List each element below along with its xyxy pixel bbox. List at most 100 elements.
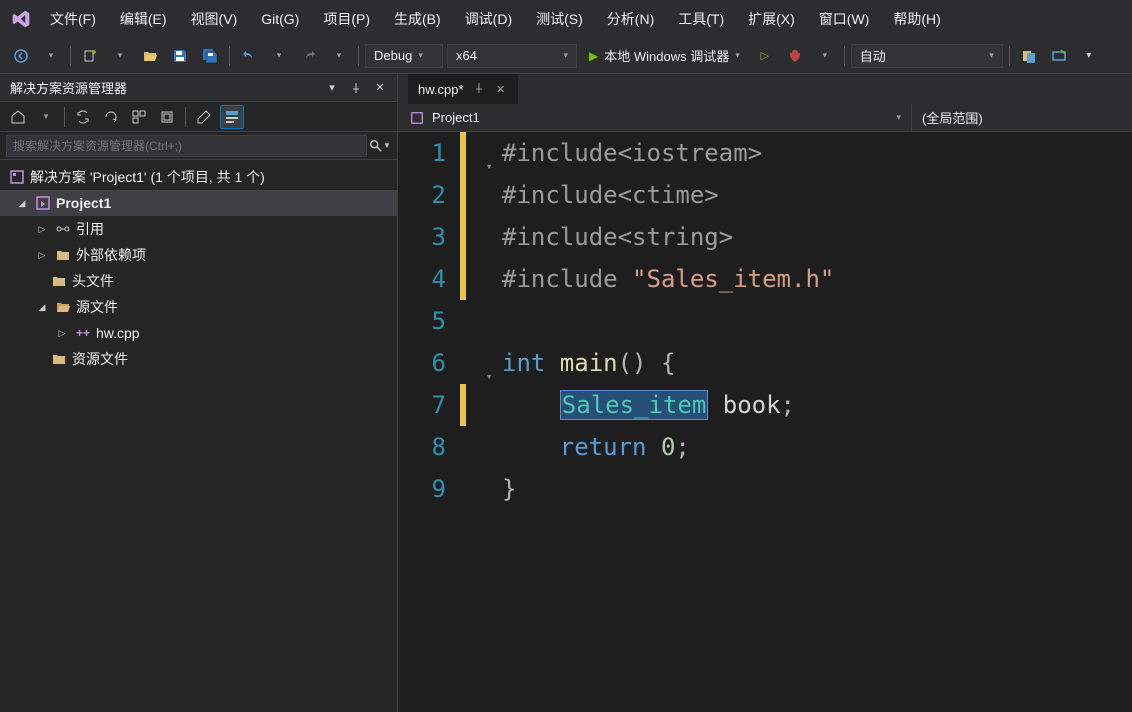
- editor-tab-hw-cpp[interactable]: hw.cpp* ✕: [408, 74, 518, 104]
- open-button[interactable]: [137, 43, 163, 69]
- expand-icon[interactable]: ▷: [54, 328, 70, 339]
- external-deps-node[interactable]: ▷ 外部依赖项: [0, 242, 397, 268]
- sources-node[interactable]: ◢ 源文件: [0, 294, 397, 320]
- panel-title: 解决方案资源管理器: [10, 78, 127, 97]
- change-marker: [460, 132, 466, 300]
- dropdown-arrow[interactable]: ▾: [107, 43, 133, 69]
- menu-help[interactable]: 帮助(H): [887, 5, 946, 33]
- overflow-button[interactable]: ▾: [1076, 43, 1102, 69]
- auto-dropdown[interactable]: 自动▾: [851, 44, 1003, 68]
- line-gutter: 1 2 3 4 5 6 7 8 9: [398, 132, 460, 712]
- panel-dropdown-button[interactable]: ▾: [323, 79, 341, 97]
- line-number: 9: [398, 468, 446, 510]
- platform-label: x64: [456, 48, 477, 63]
- diagnostics-button[interactable]: [1016, 43, 1042, 69]
- editor-area: hw.cpp* ✕ Project1 ▾ (全局范围) 1 2 3 4 5 6: [398, 74, 1132, 712]
- nav-back-button[interactable]: [8, 43, 34, 69]
- project-node[interactable]: ◢ Project1: [0, 190, 397, 216]
- menu-extensions[interactable]: 扩展(X): [742, 5, 801, 33]
- platform-dropdown[interactable]: x64▾: [447, 44, 577, 68]
- fold-column: ▾ ▾: [480, 132, 498, 712]
- menu-debug[interactable]: 调试(D): [459, 5, 518, 33]
- menu-git[interactable]: Git(G): [255, 7, 305, 31]
- collapse-icon[interactable]: ◢: [34, 302, 50, 313]
- search-row: ▾: [0, 132, 397, 160]
- menu-edit[interactable]: 编辑(E): [114, 5, 173, 33]
- line-number: 2: [398, 174, 446, 216]
- menu-build[interactable]: 生成(B): [388, 5, 447, 33]
- undo-dropdown[interactable]: ▾: [266, 43, 292, 69]
- expand-icon[interactable]: ▷: [34, 250, 50, 261]
- code-content[interactable]: #include<iostream> #include<ctime> #incl…: [498, 132, 1132, 712]
- panel-close-button[interactable]: ✕: [371, 79, 389, 97]
- headers-node[interactable]: 头文件: [0, 268, 397, 294]
- selected-text: Sales_item: [560, 390, 709, 420]
- play-icon: ▶: [589, 49, 598, 63]
- menu-test[interactable]: 测试(S): [530, 5, 589, 33]
- code-editor[interactable]: 1 2 3 4 5 6 7 8 9 ▾ ▾ #include<iostream>…: [398, 132, 1132, 712]
- collapse-all-button[interactable]: [127, 105, 151, 129]
- separator: [229, 46, 230, 66]
- file-label: hw.cpp: [96, 325, 140, 341]
- menu-tools[interactable]: 工具(T): [672, 5, 730, 33]
- nav-forward-button[interactable]: ▾: [38, 43, 64, 69]
- save-button[interactable]: [167, 43, 193, 69]
- fold-icon[interactable]: ▾: [482, 356, 496, 398]
- change-marker: [460, 384, 466, 426]
- redo-dropdown[interactable]: ▾: [326, 43, 352, 69]
- fold-icon[interactable]: ▾: [482, 146, 496, 188]
- auto-label: 自动: [860, 46, 886, 65]
- start-debug-button[interactable]: ▶ 本地 Windows 调试器 ▾: [581, 44, 748, 68]
- references-icon: [54, 221, 72, 237]
- refresh-button[interactable]: [99, 105, 123, 129]
- panel-dropdown[interactable]: ▾: [34, 105, 58, 129]
- solution-label: 解决方案 'Project1' (1 个项目, 共 1 个): [30, 167, 265, 187]
- search-icon[interactable]: ▾: [367, 139, 391, 153]
- hot-reload-button[interactable]: [782, 43, 808, 69]
- home-button[interactable]: [6, 105, 30, 129]
- show-all-button[interactable]: [155, 105, 179, 129]
- references-node[interactable]: ▷ 引用: [0, 216, 397, 242]
- config-dropdown[interactable]: Debug▾: [365, 44, 443, 68]
- hot-reload-dropdown[interactable]: ▾: [812, 43, 838, 69]
- expand-icon[interactable]: ▷: [34, 224, 50, 235]
- solution-icon: [8, 169, 26, 185]
- solution-explorer-panel: 解决方案资源管理器 ▾ ✕ ▾ ▾ 解决方案 'P: [0, 74, 398, 712]
- redo-button[interactable]: [296, 43, 322, 69]
- change-margin: [460, 132, 480, 712]
- folder-open-icon: [54, 299, 72, 315]
- project-icon: [34, 195, 52, 211]
- separator: [1009, 46, 1010, 66]
- panel-pin-button[interactable]: [347, 79, 365, 97]
- properties-button[interactable]: [192, 105, 216, 129]
- resources-node[interactable]: 资源文件: [0, 346, 397, 372]
- line-number: 1: [398, 132, 446, 174]
- search-input[interactable]: [6, 135, 367, 157]
- live-share-button[interactable]: [1046, 43, 1072, 69]
- source-file-node[interactable]: ▷ ++ hw.cpp: [0, 320, 397, 346]
- collapse-icon[interactable]: ◢: [14, 198, 30, 209]
- undo-button[interactable]: [236, 43, 262, 69]
- project-label: Project1: [56, 195, 111, 211]
- solution-node[interactable]: 解决方案 'Project1' (1 个项目, 共 1 个): [0, 164, 397, 190]
- menu-file[interactable]: 文件(F): [44, 5, 102, 33]
- folder-icon: [50, 273, 68, 289]
- menu-window[interactable]: 窗口(W): [813, 5, 876, 33]
- navigation-bar: Project1 ▾ (全局范围): [398, 104, 1132, 132]
- pin-icon[interactable]: [472, 83, 486, 96]
- nav-project-dropdown[interactable]: Project1 ▾: [398, 104, 912, 131]
- sync-button[interactable]: [71, 105, 95, 129]
- close-icon[interactable]: ✕: [494, 83, 508, 96]
- start-without-debug-button[interactable]: ▷: [752, 43, 778, 69]
- preview-button[interactable]: [220, 105, 244, 129]
- save-all-button[interactable]: [197, 43, 223, 69]
- nav-scope-dropdown[interactable]: (全局范围): [912, 104, 1132, 131]
- menu-view[interactable]: 视图(V): [185, 5, 244, 33]
- tab-bar: hw.cpp* ✕: [398, 74, 1132, 104]
- main-area: 解决方案资源管理器 ▾ ✕ ▾ ▾ 解决方案 'P: [0, 74, 1132, 712]
- config-label: Debug: [374, 48, 412, 63]
- new-item-button[interactable]: [77, 43, 103, 69]
- menu-project[interactable]: 项目(P): [317, 5, 376, 33]
- menu-analyze[interactable]: 分析(N): [601, 5, 660, 33]
- line-number: 5: [398, 300, 446, 342]
